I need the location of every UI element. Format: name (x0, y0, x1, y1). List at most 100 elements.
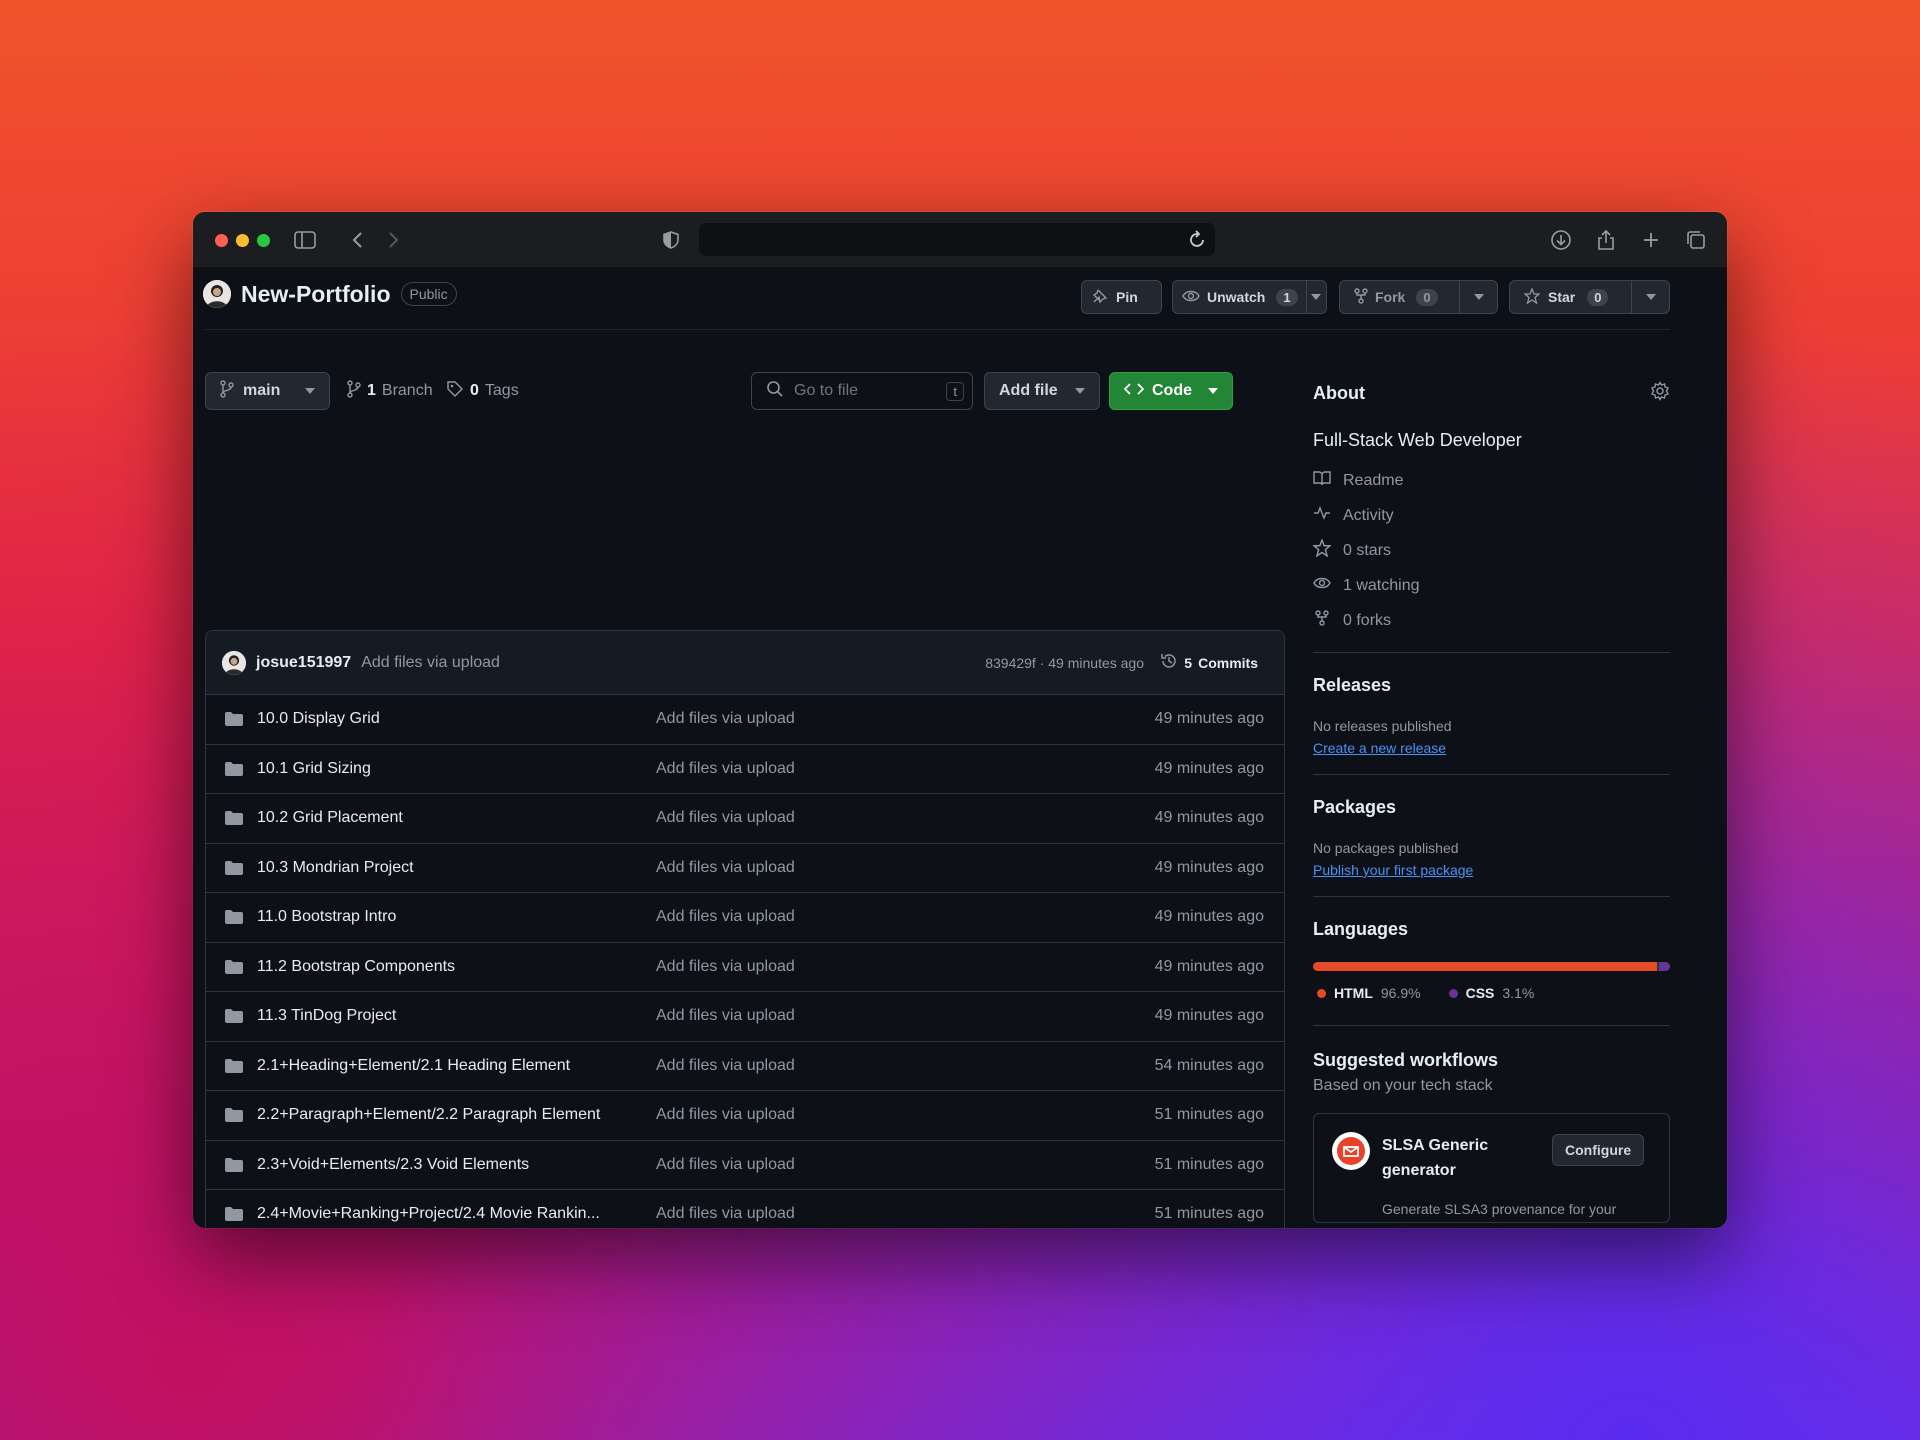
code-button[interactable]: Code (1109, 372, 1233, 410)
file-name[interactable]: 10.0 Display Grid (257, 710, 627, 728)
file-row[interactable]: 10.0 Display Grid Add files via upload 49 … (206, 695, 1284, 745)
close-window-button[interactable] (215, 234, 228, 247)
workflow-name[interactable]: SLSA Generic generator (1382, 1134, 1522, 1184)
folder-icon (224, 909, 244, 930)
branch-selector[interactable]: main (205, 372, 330, 410)
language-legend-item[interactable]: HTML 96.9% (1317, 985, 1421, 1001)
activity-link[interactable]: Activity (1313, 498, 1670, 533)
commit-message[interactable]: Add files via upload (361, 654, 500, 672)
language-color-dot (1317, 988, 1326, 998)
file-commit-time: 49 minutes ago (1154, 957, 1264, 975)
file-row[interactable]: 2.3+Void+Elements/2.3 Void Elements Add f… (206, 1141, 1284, 1190)
file-row[interactable]: 2.1+Heading+Element/2.1 Heading Element A… (206, 1042, 1284, 1091)
branches-link[interactable]: 1 Branch (347, 372, 433, 410)
file-commit-message[interactable]: Add files via upload (656, 1106, 795, 1124)
file-row[interactable]: 10.3 Mondrian Project Add files via uploa… (206, 844, 1284, 893)
fork-icon (1354, 287, 1368, 307)
file-commit-time: 49 minutes ago (1154, 1007, 1264, 1025)
file-commit-time: 51 minutes ago (1154, 1205, 1264, 1223)
file-row[interactable]: 2.2+Paragraph+Element/2.2 Paragraph Elem… (206, 1091, 1284, 1141)
tab-overview-icon[interactable] (1682, 226, 1710, 254)
file-commit-message[interactable]: Add files via upload (656, 958, 795, 976)
file-row[interactable]: 11.0 Bootstrap Intro Add files via upload… (206, 893, 1284, 943)
share-icon[interactable] (1592, 226, 1620, 254)
shield-icon[interactable] (657, 226, 685, 254)
tags-link[interactable]: 0 Tags (446, 372, 519, 410)
file-commit-message[interactable]: Add files via upload (656, 809, 795, 827)
file-commit-message[interactable]: Add files via upload (656, 1057, 795, 1075)
pin-button[interactable]: Pin (1081, 280, 1162, 314)
language-bar-segment (1313, 962, 1657, 971)
file-commit-message[interactable]: Add files via upload (656, 710, 795, 728)
folder-icon (224, 959, 244, 980)
unwatch-dropdown[interactable] (1305, 281, 1326, 313)
commit-author-avatar[interactable] (222, 650, 246, 675)
folder-icon (224, 711, 244, 732)
file-name[interactable]: 2.1+Heading+Element/2.1 Heading Element (257, 1057, 627, 1075)
star-button[interactable]: Star 0 (1509, 280, 1670, 314)
reload-icon[interactable] (1189, 229, 1207, 254)
commits-link[interactable]: 5 Commits (1160, 652, 1258, 673)
forks-label: 0 forks (1343, 611, 1392, 629)
file-commit-message[interactable]: Add files via upload (656, 1156, 795, 1174)
unwatch-button[interactable]: Unwatch 1 (1172, 280, 1327, 314)
file-name[interactable]: 2.4+Movie+Ranking+Project/2.4 Movie Rank… (257, 1205, 627, 1223)
search-input[interactable] (794, 382, 934, 400)
file-name[interactable]: 10.2 Grid Placement (257, 809, 627, 827)
releases-title[interactable]: Releases (1313, 675, 1670, 696)
file-name[interactable]: 11.3 TinDog Project (257, 1007, 627, 1025)
packages-title[interactable]: Packages (1313, 797, 1670, 818)
file-row[interactable]: 11.2 Bootstrap Components Add files via u… (206, 943, 1284, 992)
browser-window: New-Portfolio Public Pin Unwatch 1 Fork … (193, 212, 1727, 1228)
star-icon (1312, 538, 1332, 562)
repo-name[interactable]: New-Portfolio (241, 281, 391, 308)
stars-link[interactable]: 0 stars (1312, 533, 1670, 568)
file-name[interactable]: 10.1 Grid Sizing (257, 760, 627, 778)
go-to-file-search[interactable]: t (751, 372, 973, 410)
fork-dropdown[interactable] (1459, 281, 1497, 313)
sidebar-toggle-icon[interactable] (291, 226, 319, 254)
file-commit-message[interactable]: Add files via upload (656, 1205, 795, 1223)
new-tab-icon[interactable] (1637, 226, 1665, 254)
file-row[interactable]: 11.3 TinDog Project Add files via upload 4… (206, 992, 1284, 1042)
fork-button[interactable]: Fork 0 (1339, 280, 1498, 314)
create-release-link[interactable]: Create a new release (1313, 740, 1670, 756)
forward-icon[interactable] (379, 226, 407, 254)
back-icon[interactable] (344, 226, 372, 254)
commit-author[interactable]: josue151997 (256, 654, 351, 672)
file-commit-message[interactable]: Add files via upload (656, 908, 795, 926)
file-row[interactable]: 2.4+Movie+Ranking+Project/2.4 Movie Rank… (206, 1190, 1284, 1228)
readme-link[interactable]: Readme (1313, 463, 1670, 498)
file-commit-message[interactable]: Add files via upload (656, 859, 795, 877)
commit-hash-time[interactable]: 839429f · 49 minutes ago (985, 655, 1144, 671)
section-divider (1313, 652, 1670, 653)
star-dropdown[interactable] (1631, 281, 1669, 313)
file-commit-message[interactable]: Add files via upload (656, 760, 795, 778)
file-name[interactable]: 2.2+Paragraph+Element/2.2 Paragraph Elem… (257, 1106, 627, 1124)
chevron-down-icon (1075, 388, 1085, 394)
gear-icon[interactable] (1650, 381, 1670, 406)
language-legend-item[interactable]: CSS 3.1% (1448, 985, 1534, 1001)
file-commit-message[interactable]: Add files via upload (656, 1007, 795, 1025)
watching-link[interactable]: 1 watching (1313, 568, 1670, 603)
file-commit-time: 49 minutes ago (1154, 710, 1264, 728)
publish-package-link[interactable]: Publish your first package (1313, 862, 1670, 878)
file-name[interactable]: 10.3 Mondrian Project (257, 859, 627, 877)
star-label: Star (1548, 289, 1576, 305)
file-name[interactable]: 11.0 Bootstrap Intro (257, 908, 627, 926)
file-row[interactable]: 10.1 Grid Sizing Add files via upload 49 m… (206, 745, 1284, 794)
file-name[interactable]: 11.2 Bootstrap Components (257, 958, 627, 976)
file-commit-time: 49 minutes ago (1154, 809, 1264, 827)
owner-avatar[interactable] (203, 280, 231, 308)
configure-button[interactable]: Configure (1552, 1134, 1645, 1166)
zoom-window-button[interactable] (257, 234, 270, 247)
file-row[interactable]: 10.2 Grid Placement Add files via upload 4… (206, 794, 1284, 844)
about-title: About (1313, 383, 1365, 403)
add-file-button[interactable]: Add file (984, 372, 1100, 410)
fork-count: 0 (1416, 288, 1438, 306)
file-name[interactable]: 2.3+Void+Elements/2.3 Void Elements (257, 1156, 627, 1174)
minimize-window-button[interactable] (236, 234, 249, 247)
address-bar[interactable] (699, 223, 1215, 256)
forks-link[interactable]: 0 forks (1313, 603, 1670, 638)
download-icon[interactable] (1547, 226, 1575, 254)
